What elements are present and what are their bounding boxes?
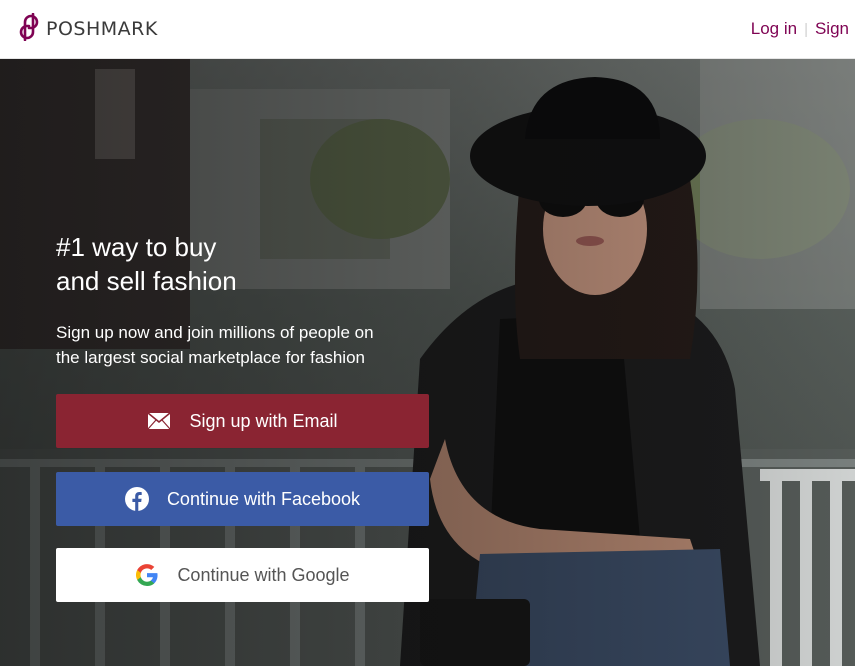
brand-name: POSHMARK — [46, 18, 158, 40]
auth-links: Log in | Sign — [751, 19, 849, 39]
hero-subtext: Sign up now and join millions of people … — [56, 320, 436, 370]
google-icon — [135, 563, 159, 587]
continue-google-label: Continue with Google — [177, 564, 350, 585]
hero-headline: #1 way to buy and sell fashion — [56, 230, 376, 298]
signup-email-button[interactable]: Sign up with Email — [56, 394, 429, 448]
headline-line-2: and sell fashion — [56, 266, 237, 296]
subtext-line-1: Sign up now and join millions of people … — [56, 323, 374, 342]
continue-facebook-button[interactable]: Continue with Facebook — [56, 472, 429, 526]
continue-google-button[interactable]: Continue with Google — [56, 548, 429, 602]
subtext-line-2: the largest social marketplace for fashi… — [56, 348, 365, 367]
login-link[interactable]: Log in — [751, 19, 797, 39]
hero-section: #1 way to buy and sell fashion Sign up n… — [0, 59, 855, 666]
continue-facebook-label: Continue with Facebook — [166, 488, 361, 509]
signup-email-label: Sign up with Email — [189, 410, 338, 431]
poshmark-logo-icon — [18, 12, 40, 46]
signup-link[interactable]: Sign — [815, 19, 849, 39]
facebook-icon — [124, 487, 149, 511]
poshmark-logo[interactable]: POSHMARK — [18, 12, 158, 46]
envelope-icon — [147, 409, 171, 433]
auth-separator: | — [804, 20, 808, 38]
headline-line-1: #1 way to buy — [56, 232, 217, 262]
top-header: POSHMARK Log in | Sign — [0, 0, 855, 59]
